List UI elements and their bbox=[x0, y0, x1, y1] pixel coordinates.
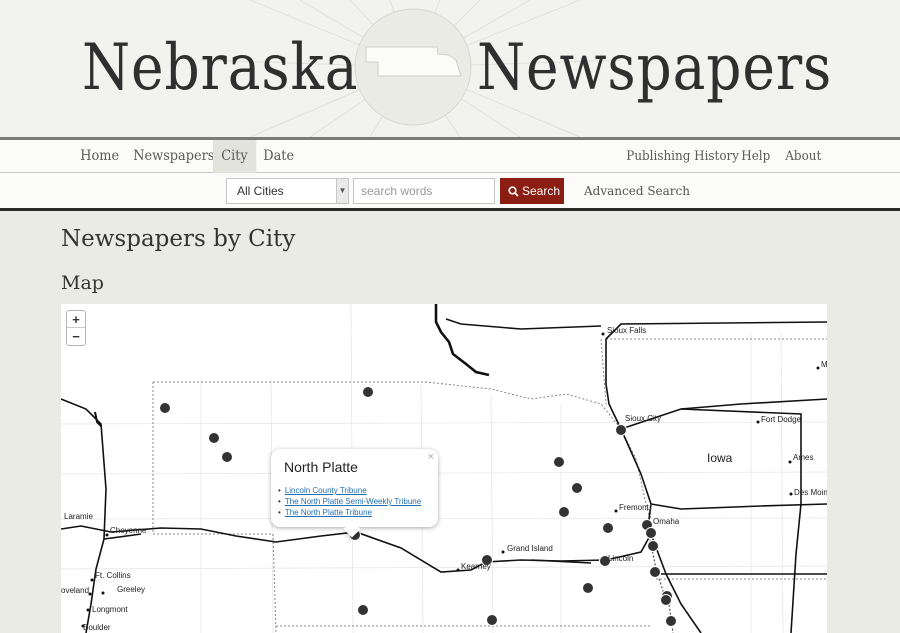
zoom-in-button[interactable]: + bbox=[67, 311, 85, 328]
zoom-control: + − bbox=[66, 310, 86, 346]
popup-newspaper-list: Lincoln County Tribune The North Platte … bbox=[278, 485, 421, 518]
map-label-m: M bbox=[821, 360, 827, 369]
search-input[interactable]: search words bbox=[353, 178, 495, 204]
nav-city[interactable]: City bbox=[213, 140, 256, 173]
chevron-down-icon: ▼ bbox=[336, 179, 348, 203]
masthead-title-right: Newspapers bbox=[477, 31, 833, 105]
map-label-fremont: Fremont bbox=[619, 503, 649, 512]
map-label-sioux-city: Sioux City bbox=[625, 414, 662, 423]
map-label-ft-collins: Ft. Collins bbox=[95, 571, 131, 580]
list-item: Lincoln County Tribune bbox=[278, 485, 421, 496]
nav-help[interactable]: Help bbox=[733, 140, 779, 173]
masthead: Nebraska Newspapers bbox=[0, 0, 900, 137]
nav-about[interactable]: About bbox=[777, 140, 830, 173]
map-label-greeley: Greeley bbox=[117, 585, 146, 594]
masthead-title-left: Nebraska bbox=[82, 31, 359, 105]
newspaper-link[interactable]: The North Platte Semi-Weekly Tribune bbox=[285, 497, 421, 506]
map-label-omaha: Omaha bbox=[653, 517, 680, 526]
search-icon bbox=[508, 186, 519, 197]
nav-date[interactable]: Date bbox=[255, 140, 302, 173]
map-label-sioux-falls: Sioux Falls bbox=[607, 326, 647, 335]
nav-home[interactable]: Home bbox=[72, 140, 127, 173]
search-bar: All Cities ▼ search words Search Advance… bbox=[0, 173, 900, 211]
page-title: Newspapers by City bbox=[61, 226, 296, 252]
city-map[interactable]: + − Sioux Falls Sioux City Fort Dodge Am… bbox=[61, 304, 827, 633]
map-label-des-moines: Des Moin bbox=[794, 488, 827, 497]
nav-newspapers[interactable]: Newspapers bbox=[125, 140, 223, 173]
map-label-lincoln: Lincoln bbox=[608, 554, 634, 563]
map-label-cheyenne: Cheyenne bbox=[110, 526, 147, 535]
close-icon[interactable]: × bbox=[428, 451, 434, 463]
list-item: The North Platte Tribune bbox=[278, 507, 421, 518]
map-label-longmont: Longmont bbox=[92, 605, 128, 614]
map-label-loveland: oveland bbox=[61, 586, 90, 595]
newspaper-link[interactable]: The North Platte Tribune bbox=[285, 508, 372, 517]
search-button-label: Search bbox=[522, 184, 561, 198]
search-button[interactable]: Search bbox=[500, 178, 564, 204]
map-label-boulder: Boulder bbox=[83, 623, 111, 632]
city-select[interactable]: All Cities ▼ bbox=[226, 178, 349, 204]
map-label-fort-dodge: Fort Dodge bbox=[761, 415, 802, 424]
advanced-search-link[interactable]: Advanced Search bbox=[584, 178, 690, 204]
map-label-laramie: Laramie bbox=[64, 512, 93, 521]
popup-title: North Platte bbox=[284, 459, 358, 475]
map-label-kearney: Kearney bbox=[461, 562, 491, 571]
city-select-value: All Cities bbox=[237, 184, 284, 198]
zoom-out-button[interactable]: − bbox=[67, 328, 85, 345]
map-label-grand-island: Grand Island bbox=[507, 544, 553, 553]
map-basemap[interactable] bbox=[61, 304, 827, 633]
main-nav: Home Newspapers City Date Publishing His… bbox=[0, 137, 900, 173]
map-label-ames: Ames bbox=[793, 453, 814, 462]
nav-publishing-history[interactable]: Publishing History bbox=[618, 140, 747, 173]
section-title: Map bbox=[61, 272, 104, 294]
city-popup: × North Platte Lincoln County Tribune Th… bbox=[271, 449, 438, 538]
list-item: The North Platte Semi-Weekly Tribune bbox=[278, 496, 421, 507]
newspaper-link[interactable]: Lincoln County Tribune bbox=[285, 486, 367, 495]
map-label-iowa: Iowa bbox=[707, 451, 733, 465]
